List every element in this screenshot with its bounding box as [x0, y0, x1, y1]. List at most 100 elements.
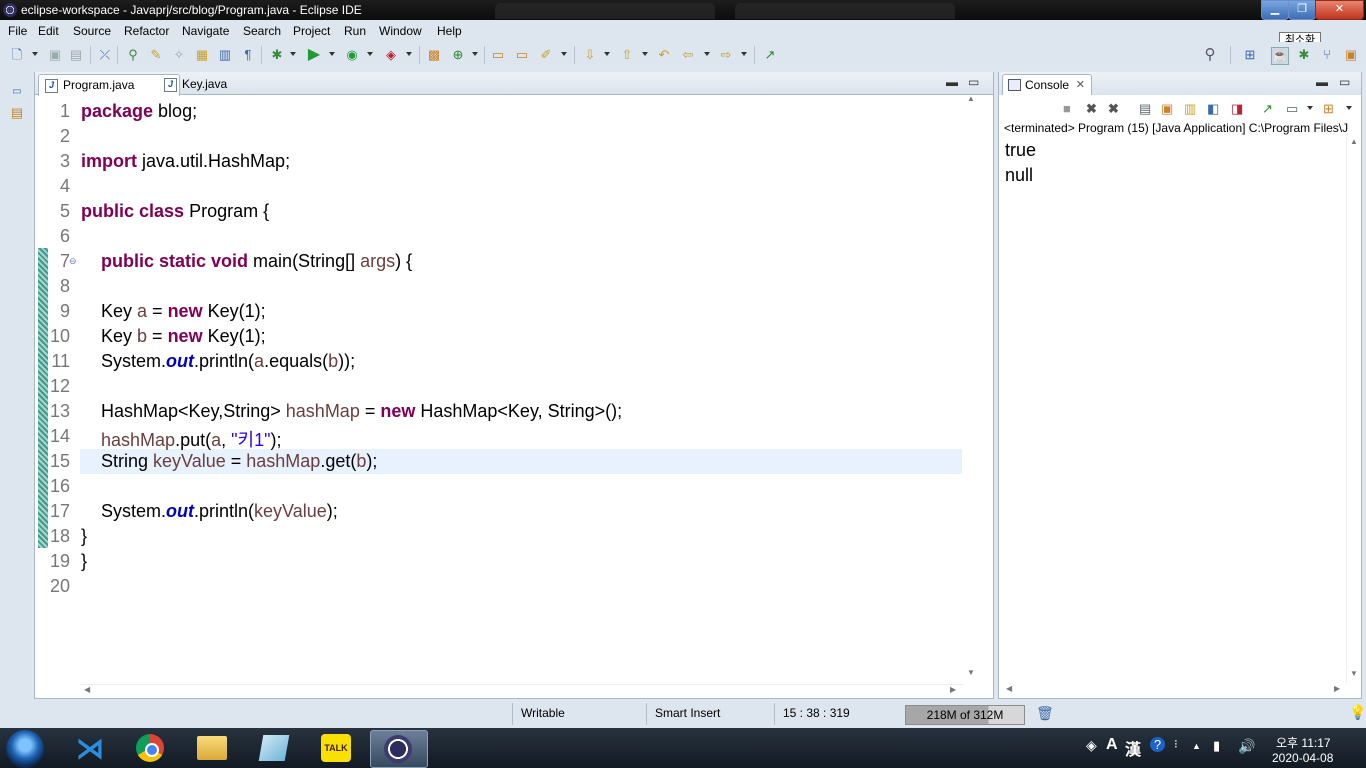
maximize-editor-icon[interactable]: ▭	[968, 75, 979, 89]
previous-annotation-icon[interactable]: ⇧	[619, 47, 635, 63]
minimize-console-icon[interactable]: ▬	[1316, 75, 1328, 89]
eclipse-taskbar-button[interactable]	[370, 730, 428, 768]
java-perspective-icon[interactable]: ☕	[1271, 47, 1289, 65]
kakaotalk-taskbar-button[interactable]: TALK	[308, 730, 364, 766]
terminate-icon[interactable]: ■	[1063, 101, 1071, 116]
new-icon[interactable]: 🗋	[9, 47, 25, 63]
skip-breakpoints-icon[interactable]: ⤫	[97, 47, 113, 63]
garbage-collect-icon[interactable]: 🗑	[1036, 705, 1054, 722]
explorer-taskbar-button[interactable]	[184, 730, 240, 766]
maximize-button[interactable]: ❐	[1288, 0, 1316, 20]
menu-edit[interactable]: Edit	[38, 24, 59, 38]
menu-search[interactable]: Search	[243, 24, 281, 38]
maximize-console-icon[interactable]: ▭	[1339, 75, 1350, 89]
forward-icon[interactable]: ⇨	[718, 47, 734, 63]
new-java-project-icon[interactable]: ▩	[426, 47, 442, 63]
save-icon[interactable]: ▣	[47, 47, 63, 63]
highlight-icon[interactable]: ✎	[148, 47, 164, 63]
ime-options-icon[interactable]: ⁝	[1174, 737, 1178, 751]
search-icon[interactable]: ⚲	[1202, 47, 1218, 63]
search-tool-icon[interactable]: ✐	[538, 47, 554, 63]
run-icon[interactable]: ▶	[306, 47, 322, 63]
notes-taskbar-button[interactable]	[246, 730, 302, 766]
input-language-indicator[interactable]: A	[1106, 736, 1118, 754]
debug-perspective-icon[interactable]: ✱	[1296, 47, 1312, 63]
menu-navigate[interactable]: Navigate	[182, 24, 229, 38]
clock-date[interactable]: 2020-04-08	[1272, 751, 1333, 765]
tab-key-java[interactable]: J Key.java	[158, 74, 282, 95]
debug-icon[interactable]: ✱	[269, 47, 285, 63]
editor-vertical-scrollbar[interactable]: ▲ ▼	[964, 94, 978, 684]
show-hidden-icons-icon[interactable]: ▲	[1192, 741, 1201, 751]
menu-run[interactable]: Run	[344, 24, 366, 38]
mark-occurrences-icon[interactable]: ✧	[171, 47, 187, 63]
coverage-icon[interactable]: ◉	[344, 47, 360, 63]
open-task-icon[interactable]: ▭	[514, 47, 530, 63]
open-perspective-icon[interactable]: ⊞	[1242, 47, 1258, 63]
code-line-7: public static void main(String[] args) {	[101, 251, 413, 271]
remove-all-launches-icon[interactable]: ✖	[1108, 101, 1119, 117]
pin-console-icon[interactable]: ↗	[1262, 101, 1273, 117]
console-horizontal-scrollbar[interactable]: ◀ ▶	[1000, 684, 1346, 697]
new-class-icon[interactable]: ⊕	[450, 47, 466, 63]
power-icon[interactable]: ▮	[1213, 738, 1220, 754]
menu-source[interactable]: Source	[73, 24, 111, 38]
close-button[interactable]: ✕	[1315, 0, 1364, 20]
menu-refactor[interactable]: Refactor	[124, 24, 169, 38]
menu-file[interactable]: File	[8, 24, 27, 38]
show-on-error-icon[interactable]: ◨	[1231, 101, 1243, 117]
vscode-taskbar-button[interactable]: ⋊	[62, 730, 118, 766]
collapse-fold-icon[interactable]: ⊖	[69, 256, 77, 267]
menu-help[interactable]: Help	[437, 24, 462, 38]
toggle-block-icon[interactable]: ▦	[194, 47, 210, 63]
line-number: 6	[59, 226, 70, 246]
git-perspective-icon[interactable]: ⑂	[1319, 47, 1335, 63]
open-folder-icon[interactable]: ▭	[490, 47, 506, 63]
menu-bar: File Edit Source Refactor Navigate Searc…	[0, 20, 1366, 42]
show-whitespace-icon[interactable]: ▥	[217, 47, 233, 63]
console-output-line: null	[1005, 165, 1034, 185]
word-wrap-icon[interactable]: ▥	[1184, 101, 1196, 117]
menu-window[interactable]: Window	[379, 24, 422, 38]
tab-console[interactable]: Console ✕	[1002, 74, 1092, 95]
pin-editor-icon[interactable]: ↗	[762, 47, 778, 63]
save-all-icon[interactable]: ▤	[68, 47, 84, 63]
menu-project[interactable]: Project	[293, 24, 330, 38]
restore-icon[interactable]: ▭	[9, 84, 25, 100]
open-type-icon[interactable]: ⚲	[125, 47, 141, 63]
start-button[interactable]	[6, 730, 44, 768]
line-number: 3	[59, 151, 70, 171]
clock-time[interactable]: 오후 11:17	[1276, 734, 1331, 751]
hanja-indicator[interactable]: 漢	[1125, 736, 1141, 760]
last-edit-icon[interactable]: ↶	[656, 47, 672, 63]
console-vertical-scrollbar[interactable]: ▲ ▼	[1346, 137, 1360, 683]
line-number: 16	[49, 476, 70, 496]
help-icon[interactable]: ?	[1150, 737, 1165, 752]
open-console-icon[interactable]: ⊞	[1323, 101, 1334, 117]
scroll-lock-icon[interactable]: ▣	[1161, 101, 1173, 117]
minimize-button[interactable]: ▁	[1261, 0, 1289, 20]
clear-console-icon[interactable]: ▤	[1139, 101, 1151, 117]
volume-icon[interactable]: 🔊	[1238, 738, 1255, 755]
resource-perspective-icon[interactable]: ▣	[1343, 47, 1359, 63]
editor-horizontal-scrollbar[interactable]: ◀ ▶	[80, 684, 964, 697]
window-title: eclipse-workspace - Javaprj/src/blog/Pro…	[21, 3, 362, 17]
next-annotation-icon[interactable]: ⇩	[582, 47, 598, 63]
code-line-17: System.out.println(keyValue);	[81, 501, 338, 521]
back-icon[interactable]: ⇦	[680, 47, 696, 63]
remove-launch-icon[interactable]: ✖	[1086, 101, 1097, 117]
network-globe-icon[interactable]: ◈	[1086, 737, 1097, 754]
display-console-icon[interactable]: ▭	[1286, 101, 1298, 117]
console-view[interactable]	[998, 72, 1362, 699]
package-explorer-icon[interactable]: ▤	[9, 105, 25, 121]
chrome-taskbar-button[interactable]	[122, 730, 178, 766]
pilcrow-icon[interactable]: ¶	[240, 47, 256, 63]
minimize-editor-icon[interactable]: ▬	[946, 75, 958, 89]
external-tools-icon[interactable]: ◈	[383, 47, 399, 63]
close-console-icon[interactable]: ✕	[1076, 75, 1085, 95]
line-number: 19	[49, 551, 70, 571]
heap-status[interactable]: 218M of 312M	[905, 705, 1025, 725]
left-trim-bar	[0, 70, 32, 700]
show-on-output-icon[interactable]: ◧	[1207, 101, 1219, 117]
tip-lightbulb-icon[interactable]: 💡	[1349, 704, 1366, 721]
